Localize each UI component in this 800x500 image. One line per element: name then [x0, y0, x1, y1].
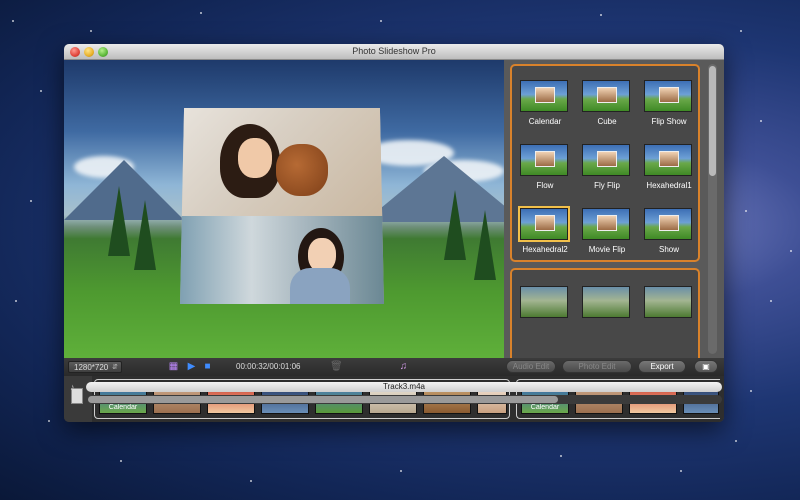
- effect-movie-flip[interactable]: Movie Flip: [576, 198, 638, 262]
- effect-thumbnail: [518, 206, 570, 242]
- clip-label: Calendar: [108, 404, 138, 411]
- effect-thumbnail[interactable]: [582, 286, 630, 318]
- effect-label: Calendar: [528, 117, 562, 126]
- effect-label: Flow: [536, 181, 554, 190]
- film-icon[interactable]: ▦: [168, 361, 179, 372]
- effects-grid-2: [510, 268, 700, 358]
- effect-thumbnail[interactable]: [520, 286, 568, 318]
- clip-photo[interactable]: [575, 386, 623, 414]
- clip-photo[interactable]: [629, 386, 677, 414]
- effect-hexahedral2[interactable]: Hexahedral2: [514, 198, 576, 262]
- effect-calendar[interactable]: Calendar: [514, 70, 576, 134]
- cube-transition-image: [180, 108, 384, 304]
- resolution-select[interactable]: 1280*720 ⇵: [68, 361, 122, 373]
- effect-label: Hexahedral2: [522, 245, 568, 254]
- stop-icon[interactable]: ■: [202, 361, 213, 372]
- clip-photo[interactable]: [369, 386, 417, 414]
- chevron-updown-icon: ⇵: [112, 364, 118, 371]
- effect-thumbnail: [520, 80, 568, 112]
- effect-show[interactable]: Show: [638, 198, 700, 262]
- clip-photo[interactable]: [153, 386, 201, 414]
- effect-label: Fly Flip: [594, 181, 620, 190]
- title-bar[interactable]: Photo Slideshow Pro: [64, 44, 724, 60]
- clip-strip-2: Calendar: [516, 379, 720, 419]
- effect-fly-flip[interactable]: Fly Flip: [576, 134, 638, 198]
- photo-face-bottom: [180, 215, 384, 304]
- clip-label: Calendar: [530, 404, 560, 411]
- effect-cube[interactable]: Cube: [576, 70, 638, 134]
- effect-label: Cube: [597, 117, 617, 126]
- camera-icon[interactable]: ▣: [694, 360, 718, 373]
- scrollbar-thumb[interactable]: [709, 66, 716, 176]
- effect-label: Flip Show: [651, 117, 687, 126]
- effect-thumbnail: [520, 144, 568, 176]
- trash-icon[interactable]: 🗑: [330, 361, 343, 372]
- effects-panel: Calendar Cube Flip Show Flow Fly Flip He…: [504, 60, 724, 358]
- timeline: Calendar Calendar: [64, 376, 724, 422]
- play-icon[interactable]: ▶: [186, 361, 197, 372]
- document-icon[interactable]: [71, 388, 83, 404]
- effect-hexahedral1[interactable]: Hexahedral1: [638, 134, 700, 198]
- controls-bar: 1280*720 ⇵ ▦ ▶ ■ 00:00:32/00:01:06 🗑 ♫ A…: [64, 358, 724, 376]
- effect-thumbnail: [644, 208, 692, 240]
- effect-thumbnail: [582, 208, 630, 240]
- effects-scrollbar[interactable]: [708, 64, 717, 354]
- clip-photo[interactable]: [261, 386, 309, 414]
- effect-label: Hexahedral1: [646, 181, 692, 190]
- effect-flip-show[interactable]: Flip Show: [638, 70, 700, 134]
- effects-grid: Calendar Cube Flip Show Flow Fly Flip He…: [510, 64, 700, 262]
- photo-edit-button[interactable]: Photo Edit: [562, 360, 632, 373]
- clip-photo[interactable]: [315, 386, 363, 414]
- clip-photo[interactable]: [207, 386, 255, 414]
- slideshow-preview: [64, 60, 504, 358]
- resolution-value: 1280*720: [74, 363, 109, 372]
- export-button[interactable]: Export: [638, 360, 686, 373]
- clip-photo[interactable]: [423, 386, 471, 414]
- effect-thumbnail: [644, 144, 692, 176]
- effect-thumbnail: [582, 80, 630, 112]
- clip-photo[interactable]: [683, 386, 719, 414]
- audio-edit-button[interactable]: Audio Edit: [506, 360, 556, 373]
- effect-flow[interactable]: Flow: [514, 134, 576, 198]
- effect-thumbnail[interactable]: [644, 286, 692, 318]
- effect-thumbnail: [582, 144, 630, 176]
- clip-photo[interactable]: [477, 386, 507, 414]
- music-icon[interactable]: ♫: [398, 361, 409, 372]
- time-display: 00:00:32/00:01:06: [236, 362, 301, 371]
- clip-strip: Calendar: [94, 379, 510, 419]
- effect-thumbnail: [644, 80, 692, 112]
- photo-face-top: [180, 108, 384, 216]
- app-window: Photo Slideshow Pro Calendar Cube Flip S…: [64, 44, 724, 422]
- effect-label: Show: [658, 245, 679, 254]
- effect-label: Movie Flip: [588, 245, 626, 254]
- timeline-sidebar: [64, 376, 92, 422]
- window-title: Photo Slideshow Pro: [352, 46, 436, 56]
